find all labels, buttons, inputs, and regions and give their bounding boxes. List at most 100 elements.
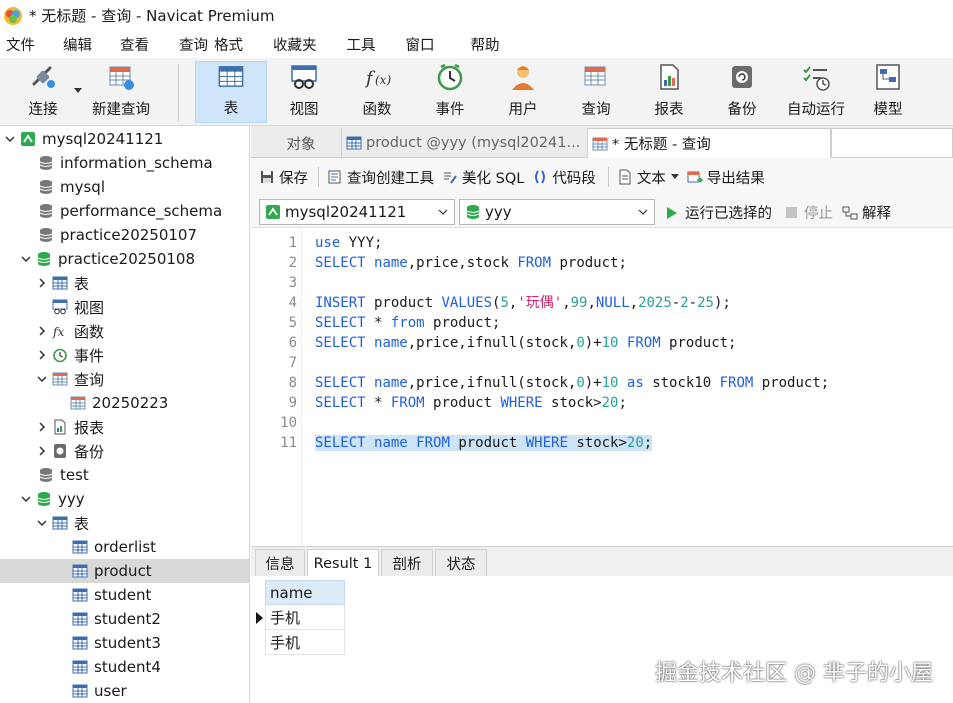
chevron-right-icon[interactable] [36,349,48,361]
database-green-icon [466,205,480,219]
query-icon [52,372,68,386]
grid-cell[interactable]: 手机 [265,605,345,630]
tree-item-database[interactable]: information_schema [0,151,249,175]
menu-file[interactable]: 文件 [0,34,35,55]
tab-search-area[interactable] [831,128,953,158]
menu-query[interactable]: 查询 [173,34,208,55]
tree-item-table[interactable]: orderlist [0,535,249,559]
line-number: 10 [280,415,297,431]
code-snippet-button[interactable]: 代码段 [532,167,596,188]
chevron-down-icon[interactable] [36,373,48,385]
new-query-button[interactable]: 新建查询 [88,61,154,123]
tab-profile[interactable]: 剖析 [381,549,433,577]
tree-item-tables[interactable]: 表 [0,511,249,535]
chevron-down-icon[interactable] [36,517,48,529]
selection-highlight: SELECT name FROM product WHERE stock>20; [315,435,653,451]
chevron-down-icon[interactable] [20,253,32,265]
menu-format[interactable]: 格式 [208,34,243,55]
gutter-divider [301,228,302,546]
connect-button[interactable]: 连接 [14,61,72,123]
connection-select[interactable]: mysql20241121 [259,199,455,225]
tree-item-functions[interactable]: fx 函数 [0,319,249,343]
save-button[interactable]: 保存 [259,167,308,188]
chevron-right-icon[interactable] [36,277,48,289]
svg-text:(x): (x) [375,73,391,87]
tab-result-1[interactable]: Result 1 [307,549,379,577]
query-builder-button[interactable]: 查询创建工具 [327,167,434,188]
table-button[interactable]: 表 [195,61,267,123]
event-clock-icon [53,348,67,363]
query-button[interactable]: 查询 [562,61,630,123]
report-button[interactable]: 报表 [635,61,703,123]
new-query-icon [109,66,134,90]
tree-item-query[interactable]: 20250223 [0,391,249,415]
grid-cell[interactable]: 手机 [265,630,345,655]
line-number: 5 [288,315,297,331]
chevron-down-icon[interactable] [4,133,16,145]
menu-edit[interactable]: 编辑 [57,34,92,55]
connect-dropdown-icon[interactable] [74,88,82,94]
function-button[interactable]: f (x) 函数 [343,61,411,123]
tree-item-table[interactable]: user [0,679,249,703]
database-green-icon [37,492,51,506]
tree-item-reports[interactable]: 报表 [0,415,249,439]
view-button[interactable]: 视图 [270,61,338,123]
tree-item-backups[interactable]: 备份 [0,439,249,463]
menu-help[interactable]: 帮助 [465,34,500,55]
tab-product[interactable]: product @yyy (mysql20241... [341,128,585,158]
parentheses-icon [535,170,546,184]
user-button[interactable]: 用户 [489,61,557,123]
tab-query-active[interactable]: * 无标题 - 查询 [587,128,831,158]
line-number: 8 [288,375,297,391]
tree-item-database[interactable]: mysql [0,175,249,199]
explain-button[interactable]: 解释 [842,202,891,223]
tree-item-table[interactable]: student4 [0,655,249,679]
query-builder-icon [328,170,341,184]
play-icon [667,206,677,219]
sql-editor[interactable]: 1 2 3 4 5 6 7 8 9 10 11 use YYY; SELECT … [251,228,953,546]
chevron-right-icon[interactable] [36,325,48,337]
chevron-right-icon[interactable] [36,445,48,457]
tree-item-table[interactable]: student3 [0,631,249,655]
menu-tools[interactable]: 工具 [341,34,376,55]
export-results-button[interactable]: 导出结果 [687,167,765,188]
chevron-right-icon[interactable] [36,421,48,433]
tree-item-table[interactable]: student [0,583,249,607]
run-selected-button[interactable]: 运行已选择的 [665,202,772,223]
menu-window[interactable]: 窗口 [400,34,435,55]
tab-status[interactable]: 状态 [435,549,487,577]
text-mode-button[interactable]: 文本 [617,167,679,188]
tree-item-queries[interactable]: 查询 [0,367,249,391]
tree-item-database-open[interactable]: practice20250108 [0,247,249,271]
menu-view[interactable]: 查看 [114,34,149,55]
stop-button[interactable]: 停止 [785,202,833,223]
tree-item-table-selected[interactable]: product [0,559,249,583]
menu-favorites[interactable]: 收藏夹 [267,34,317,55]
line-number: 7 [288,355,297,371]
export-table-icon [687,171,703,183]
chevron-down-icon[interactable] [20,493,32,505]
tree-item-database[interactable]: performance_schema [0,199,249,223]
tree-item-tables[interactable]: 表 [0,271,249,295]
table-icon [52,276,68,290]
backup-button[interactable]: 备份 [708,61,776,123]
database-select[interactable]: yyy [459,199,655,225]
tab-objects[interactable]: 对象 [261,128,341,158]
tree-item-connection[interactable]: mysql20241121 [0,127,249,151]
event-button[interactable]: 事件 [416,61,484,123]
svg-text:fx: fx [52,325,64,339]
table-icon [72,660,88,674]
tree-item-database-open[interactable]: yyy [0,487,249,511]
tree-item-database[interactable]: practice20250107 [0,223,249,247]
tab-info[interactable]: 信息 [255,549,305,577]
code-line: SELECT * from product; [315,315,501,331]
tree-item-table[interactable]: student2 [0,607,249,631]
tree-item-events[interactable]: 事件 [0,343,249,367]
autorun-button[interactable]: 自动运行 [781,61,851,123]
model-button[interactable]: 模型 [855,61,921,123]
tree-item-database[interactable]: test [0,463,249,487]
beautify-sql-button[interactable]: 美化 SQL [442,167,524,188]
backup-icon [732,66,752,88]
tree-item-views[interactable]: 视图 [0,295,249,319]
column-header[interactable]: name [265,580,345,605]
